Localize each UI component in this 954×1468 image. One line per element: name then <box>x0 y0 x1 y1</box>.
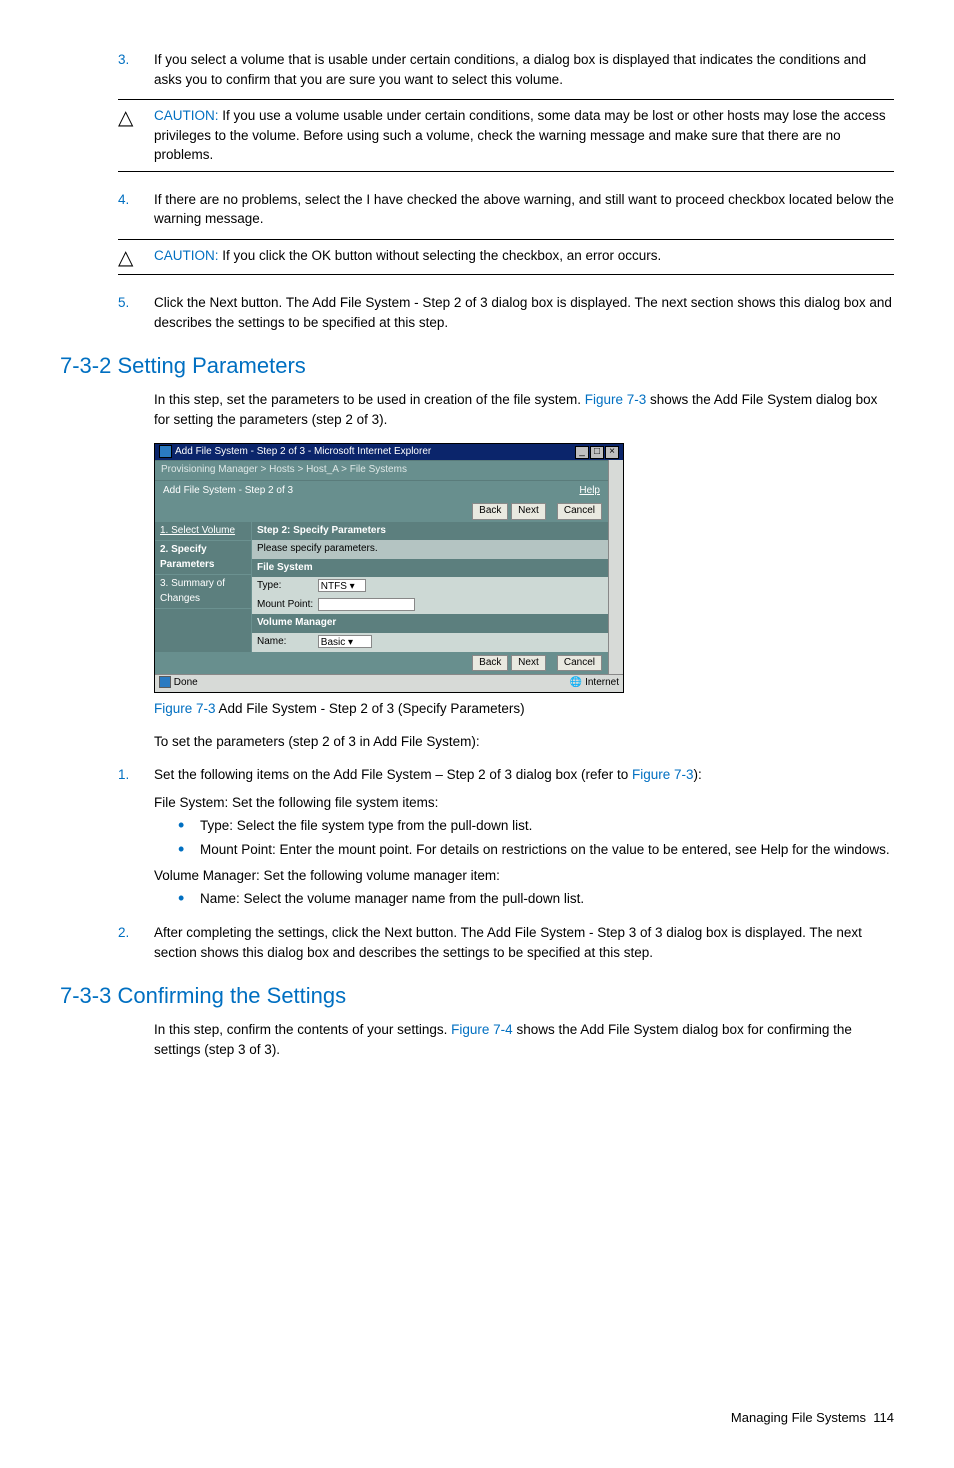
sidebar-step-1[interactable]: 1. Select Volume <box>155 522 251 542</box>
ie-icon <box>159 676 171 688</box>
status-internet: Internet <box>585 677 619 688</box>
name-row: Name: Basic ▾ <box>252 633 608 652</box>
intro-before: In this step, set the parameters to be u… <box>154 392 585 407</box>
caution-icon: △ <box>118 106 154 165</box>
next-button[interactable]: Next <box>511 503 546 520</box>
step-line1: Set the following items on the Add File … <box>154 765 894 785</box>
figure-caption: Figure 7-3 Add File System - Step 2 of 3… <box>154 699 894 719</box>
bullet-text: Name: Select the volume manager name fro… <box>200 889 894 909</box>
intro-before: In this step, confirm the contents of yo… <box>154 1022 451 1037</box>
caution-body: If you use a volume usable under certain… <box>154 108 886 162</box>
type-label: Type: <box>257 579 315 594</box>
step-4: 4. If there are no problems, select the … <box>118 190 894 229</box>
wizard-content: Step 2: Specify Parameters Please specif… <box>252 522 608 652</box>
mount-input[interactable] <box>318 598 415 611</box>
footer-page: 114 <box>873 1410 894 1425</box>
step-subtext: Please specify parameters. <box>252 540 608 559</box>
caution-label: CAUTION: <box>154 108 219 123</box>
filesystem-group: File System <box>252 559 608 578</box>
step-number: 1. <box>118 765 154 913</box>
minimize-icon[interactable]: _ <box>575 446 589 459</box>
window-titlebar: Add File System - Step 2 of 3 - Microsof… <box>155 444 623 461</box>
type-select[interactable]: NTFS ▾ <box>318 579 366 592</box>
ie-icon <box>159 445 172 458</box>
back-button[interactable]: Back <box>472 503 508 520</box>
window-buttons: _□× <box>574 445 619 460</box>
figure-caption-text: Add File System - Step 2 of 3 (Specify P… <box>216 701 525 716</box>
section1-intro: In this step, set the parameters to be u… <box>154 390 894 429</box>
step-text: After completing the settings, click the… <box>154 923 894 962</box>
sidebar-step-3: 3. Summary of Changes <box>155 575 251 609</box>
caution-box-2: △ CAUTION: If you click the OK button wi… <box>118 239 894 275</box>
window-title: Add File System - Step 2 of 3 - Microsof… <box>175 445 431 460</box>
step-number: 4. <box>118 190 154 229</box>
caution-text: CAUTION: If you use a volume usable unde… <box>154 106 894 165</box>
bullet-icon: • <box>178 816 200 836</box>
caution-icon: △ <box>118 246 154 268</box>
figure-7-3-link[interactable]: Figure 7-3 <box>632 767 694 782</box>
section1-p2: To set the parameters (step 2 of 3 in Ad… <box>154 732 894 752</box>
breadcrumb: Provisioning Manager > Hosts > Host_A > … <box>155 461 608 481</box>
step-5: 5. Click the Next button. The Add File S… <box>118 293 894 332</box>
step-line2: File System: Set the following file syst… <box>154 793 894 813</box>
wizard-sidebar: 1. Select Volume 2. Specify Parameters 3… <box>155 522 252 652</box>
internet-icon: 🌐 <box>570 677 582 688</box>
step-number: 2. <box>118 923 154 962</box>
name-select[interactable]: Basic ▾ <box>318 635 372 648</box>
caution-label: CAUTION: <box>154 248 219 263</box>
param-step-2: 2. After completing the settings, click … <box>118 923 894 962</box>
caution-text: CAUTION: If you click the OK button with… <box>154 246 894 268</box>
figure-7-4-link[interactable]: Figure 7-4 <box>451 1022 513 1037</box>
bullet-text: Mount Point: Enter the mount point. For … <box>200 840 894 860</box>
name-label: Name: <box>257 635 315 650</box>
page-title: Add File System - Step 2 of 3 <box>163 484 293 499</box>
step-number: 5. <box>118 293 154 332</box>
scrollbar[interactable] <box>608 460 623 674</box>
page-footer: Managing File Systems 114 <box>60 1409 894 1428</box>
step-header: Step 2: Specify Parameters <box>252 522 608 541</box>
close-icon[interactable]: × <box>605 446 619 459</box>
figure-7-3-link[interactable]: Figure 7-3 <box>585 392 647 407</box>
step-line3: Volume Manager: Set the following volume… <box>154 866 894 886</box>
maximize-icon[interactable]: □ <box>590 446 604 459</box>
volumemanager-group: Volume Manager <box>252 614 608 633</box>
figure-7-3-screenshot: Add File System - Step 2 of 3 - Microsof… <box>154 443 624 693</box>
bullet-type: • Type: Select the file system type from… <box>178 816 894 836</box>
caution-box-1: △ CAUTION: If you use a volume usable un… <box>118 99 894 172</box>
footer-label: Managing File Systems <box>731 1410 866 1425</box>
step-3: 3. If you select a volume that is usable… <box>118 50 894 89</box>
type-value: NTFS <box>321 581 347 592</box>
step-text: Click the Next button. The Add File Syst… <box>154 293 894 332</box>
type-row: Type: NTFS ▾ <box>252 577 608 596</box>
status-done: Done <box>174 677 198 688</box>
cancel-button-2[interactable]: Cancel <box>557 655 602 672</box>
param-step-1: 1. Set the following items on the Add Fi… <box>118 765 894 913</box>
step-number: 3. <box>118 50 154 89</box>
name-value: Basic <box>321 637 345 648</box>
help-link[interactable]: Help <box>579 484 600 499</box>
bullet-icon: • <box>178 840 200 860</box>
bullet-mount: • Mount Point: Enter the mount point. Fo… <box>178 840 894 860</box>
step-text: If you select a volume that is usable un… <box>154 50 894 89</box>
line1-before: Set the following items on the Add File … <box>154 767 632 782</box>
sidebar-step-2: 2. Specify Parameters <box>155 541 251 575</box>
caution-body: If you click the OK button without selec… <box>219 248 662 263</box>
bullet-text: Type: Select the file system type from t… <box>200 816 894 836</box>
bullet-name: • Name: Select the volume manager name f… <box>178 889 894 909</box>
mount-row: Mount Point: <box>252 596 608 615</box>
bullet-icon: • <box>178 889 200 909</box>
figure-ref: Figure 7-3 <box>154 701 216 716</box>
back-button-2[interactable]: Back <box>472 655 508 672</box>
cancel-button[interactable]: Cancel <box>557 503 602 520</box>
line1-after: ): <box>694 767 702 782</box>
section-heading-setting-parameters: 7-3-2 Setting Parameters <box>60 350 894 382</box>
section-heading-confirming: 7-3-3 Confirming the Settings <box>60 980 894 1012</box>
mount-label: Mount Point: <box>257 598 315 613</box>
section2-intro: In this step, confirm the contents of yo… <box>154 1020 894 1059</box>
step-text: If there are no problems, select the I h… <box>154 190 894 229</box>
next-button-2[interactable]: Next <box>511 655 546 672</box>
